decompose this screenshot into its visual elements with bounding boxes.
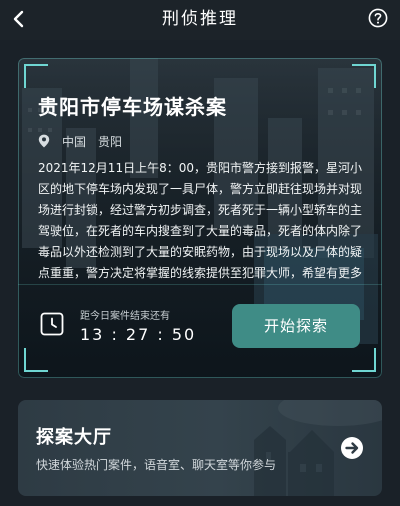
countdown-timer: 13 : 27 : 50 <box>80 325 197 344</box>
countdown-label: 距今日案件结束还有 <box>80 311 170 322</box>
hall-title: 探案大厅 <box>36 427 112 448</box>
location-country: 中国 <box>62 134 87 149</box>
card-divider <box>18 284 382 285</box>
hall-subtitle: 快速体验热门案件，语音室、聊天室等你参与 <box>36 458 277 472</box>
arrow-right-circle-icon[interactable] <box>340 436 364 460</box>
corner-bracket <box>24 348 48 372</box>
case-location: 中国 贵阳 <box>38 132 122 150</box>
case-description: 2021年12月11日上午8：00，贵阳市警方接到报警，星河小区的地下停车场内发… <box>38 161 363 280</box>
case-card[interactable]: 贵阳市停车场谋杀案 中国 贵阳 2021年12月11日上午8：00，贵阳市警方接… <box>18 58 382 378</box>
location-city: 贵阳 <box>98 134 123 149</box>
corner-bracket <box>352 348 376 372</box>
question-circle-icon[interactable] <box>368 8 388 28</box>
page-title: 刑侦推理 <box>162 9 238 29</box>
clock-icon <box>40 312 64 336</box>
case-title: 贵阳市停车场谋杀案 <box>38 95 227 119</box>
corner-bracket <box>24 64 48 88</box>
start-explore-button[interactable]: 开始探索 <box>232 304 360 348</box>
corner-bracket <box>352 64 376 88</box>
case-hall-card[interactable]: 探案大厅 快速体验热门案件，语音室、聊天室等你参与 <box>18 400 382 496</box>
top-bar: 刑侦推理 <box>0 0 400 40</box>
map-pin-icon <box>38 134 50 148</box>
